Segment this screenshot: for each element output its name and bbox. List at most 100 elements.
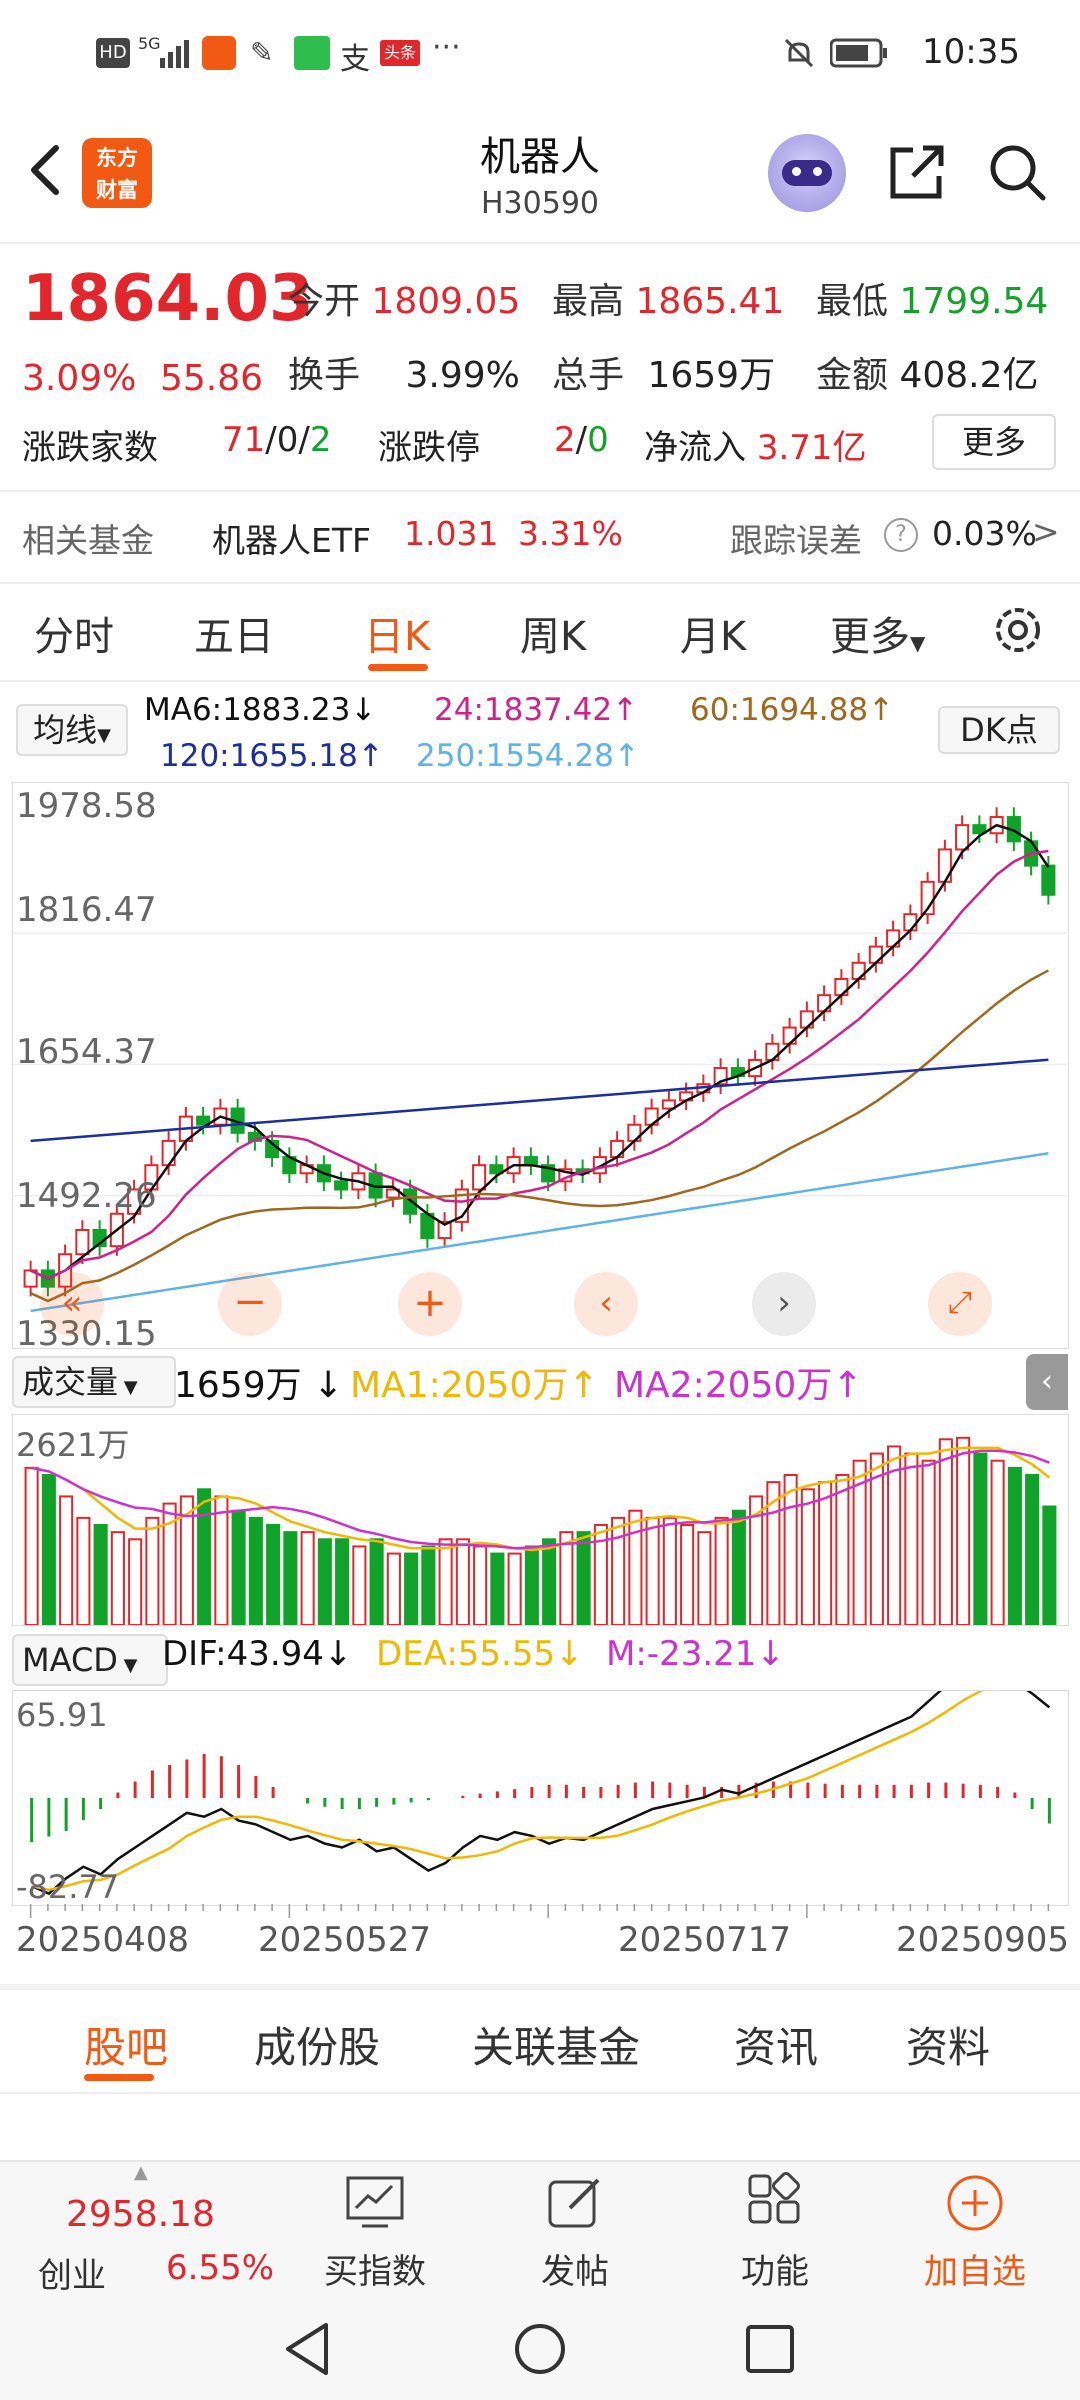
volume-bar [576, 1531, 591, 1625]
index-pct: 6.55% [166, 2248, 275, 2288]
volume-ma1-value: MA1:2050万 [350, 1365, 569, 1406]
tabs-divider [0, 2092, 1080, 2094]
volume-item: 总手 1659万 [552, 346, 775, 398]
ma6-label: MA6:1883.23↓ [144, 692, 377, 728]
tab-profile[interactable]: 资料 [906, 2014, 990, 2075]
limit-up: 2 [554, 420, 576, 460]
volume-bar [352, 1545, 367, 1625]
nav-home-icon[interactable] [512, 2321, 568, 2377]
tab-news[interactable]: 资讯 [734, 2014, 818, 2075]
caret-up-icon: ▲ [134, 2162, 148, 2183]
dropdown-caret-icon: ▼ [118, 1377, 138, 1398]
search-icon[interactable] [985, 140, 1049, 204]
macd-dea-line [31, 1691, 984, 1892]
tab-five-day[interactable]: 五日 [194, 604, 274, 662]
indicator-selector[interactable]: 均线▼ [16, 704, 128, 756]
collapse-arrow-icon[interactable]: ‹ [1026, 1354, 1068, 1410]
amount-item: 金额 408.2亿 [816, 346, 1039, 398]
tab-related-funds[interactable]: 关联基金 [472, 2014, 640, 2075]
robot-assistant-icon[interactable] [768, 134, 846, 212]
candle-body [1041, 864, 1056, 896]
tab-monthly-k[interactable]: 月K [680, 604, 746, 662]
tab-weekly-k[interactable]: 周K [520, 604, 586, 662]
buy-index-label: 买指数 [324, 2252, 426, 2292]
volume-bar [455, 1538, 470, 1625]
volume-bar [542, 1538, 557, 1625]
feather-icon: ✎ [250, 36, 274, 69]
volume-bar [628, 1509, 643, 1625]
kline-svg[interactable] [12, 782, 1067, 1347]
turnover-label: 换手 [288, 355, 361, 396]
more-button[interactable]: 更多 [932, 414, 1056, 470]
volume-value-label: 1659万 ↓ [174, 1365, 344, 1406]
tab-intraday[interactable]: 分时 [34, 604, 114, 662]
fund-name: 机器人ETF [212, 521, 371, 560]
volume-selector[interactable]: 成交量 ▼ [12, 1356, 176, 1408]
ma60-label: 60:1694.88↑ [690, 692, 895, 728]
nav-recents-icon[interactable] [744, 2323, 796, 2375]
functions-label: 功能 [741, 2252, 809, 2292]
volume-chart[interactable] [12, 1414, 1069, 1626]
volume-bar [145, 1516, 160, 1625]
candle-body [334, 1180, 349, 1191]
volume-bar [524, 1545, 539, 1625]
volume-bar [697, 1531, 712, 1625]
volume-bar [680, 1524, 695, 1625]
apps-icon [748, 2172, 800, 2224]
zoom-in-icon[interactable]: + [398, 1272, 462, 1336]
ma120-label: 120:1655.18↑ [160, 738, 384, 774]
index-ticker[interactable]: 2958.18 创业 6.55% [20, 2182, 280, 2296]
volume-bar [41, 1474, 56, 1625]
help-icon[interactable]: ? [884, 518, 918, 552]
fullscreen-icon[interactable]: ⤢ [928, 1272, 992, 1336]
settings-gear-icon[interactable] [988, 600, 1048, 660]
rewind-icon[interactable]: « [40, 1272, 104, 1336]
inflow-value: 3.71亿 [756, 428, 867, 468]
add-watchlist-button[interactable]: 加自选 [910, 2172, 1040, 2293]
price-axis-mid1: 1816.47 [16, 890, 157, 930]
volume-bar [214, 1495, 229, 1625]
volume-bar [818, 1481, 833, 1625]
volume-bar [990, 1459, 1005, 1625]
functions-button[interactable]: 功能 [710, 2172, 840, 2293]
volume-bar [93, 1524, 108, 1625]
tab-constituents[interactable]: 成份股 [254, 2014, 380, 2075]
prev-icon[interactable]: ‹ [574, 1272, 638, 1336]
share-icon[interactable] [885, 140, 949, 204]
macd-dea-value: DEA:55.55 [376, 1634, 556, 1674]
limit-label: 涨跌停 [378, 428, 480, 468]
volume-bar [369, 1538, 384, 1625]
macd-selector[interactable]: MACD ▼ [12, 1634, 168, 1686]
dk-point-button[interactable]: DK点 [938, 706, 1060, 754]
volume-bar [1007, 1466, 1022, 1625]
open-item: 今开 1809.05 [288, 272, 520, 324]
volume-bar [783, 1474, 798, 1625]
volume-bar [386, 1552, 401, 1625]
change-percent: 3.09% [22, 358, 137, 399]
hd-icon: HD [96, 38, 130, 68]
volume-ma1: MA1:2050万↑ [350, 1365, 599, 1406]
volume-bar [973, 1452, 988, 1625]
clock: 10:35 [922, 32, 1020, 72]
tab-more-label: 更多 [830, 614, 910, 660]
battery-icon [830, 38, 887, 68]
volume-bar [662, 1516, 677, 1625]
tab-forum[interactable]: 股吧 [84, 2014, 168, 2075]
related-fund-row[interactable]: 相关基金 机器人ETF 1.031 3.31% 跟踪误差 ? 0.03% > [0, 490, 1080, 584]
dropdown-caret-icon: ▼ [910, 631, 926, 655]
post-button[interactable]: 发帖 [510, 2172, 640, 2293]
next-icon[interactable]: › [752, 1272, 816, 1336]
buy-index-button[interactable]: 买指数 [310, 2172, 440, 2293]
high-label: 最高 [552, 281, 625, 322]
low-item: 最低 1799.54 [816, 272, 1048, 324]
volume-bar [317, 1538, 332, 1625]
tab-daily-k[interactable]: 日K [364, 604, 430, 662]
period-tabs: 分时 五日 日K 周K 月K 更多▼ [0, 580, 1080, 682]
zoom-out-icon[interactable]: − [218, 1272, 282, 1336]
macd-chart[interactable] [12, 1690, 1069, 1906]
nav-back-icon[interactable] [282, 2321, 332, 2377]
tab-more[interactable]: 更多▼ [830, 604, 925, 662]
ma250-line [30, 1152, 1049, 1313]
volume-bar [921, 1459, 936, 1625]
chevron-right-icon: > [1032, 512, 1060, 551]
